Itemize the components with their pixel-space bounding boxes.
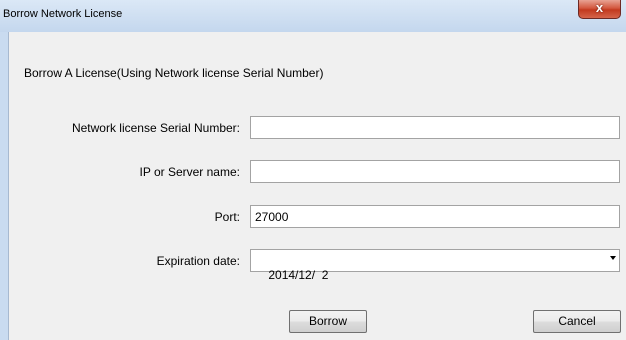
close-icon: x [595,0,604,15]
borrow-button[interactable]: Borrow [289,310,367,333]
expiration-date-picker[interactable]: 2014/12/ 2 [250,249,620,282]
serial-number-label: Network license Serial Number: [71,121,240,135]
dialog-heading: Borrow A License(Using Network license S… [24,66,324,80]
serial-number-input[interactable] [250,116,620,139]
server-name-input[interactable] [250,160,620,183]
chevron-down-icon[interactable] [610,256,616,260]
expiration-date-label: Expiration date: [156,254,240,268]
window-title: Borrow Network License [3,8,123,20]
borrow-license-dialog: Borrow Network License x Borrow A Licens… [0,0,626,340]
expiration-date-value: 2014/12/ 2 [268,268,329,282]
port-label: Port: [214,210,240,224]
cancel-button[interactable]: Cancel [533,310,621,333]
port-input[interactable] [250,205,620,228]
title-bar[interactable]: Borrow Network License x [0,0,626,32]
server-name-label: IP or Server name: [139,165,241,179]
close-button[interactable]: x [578,0,621,19]
